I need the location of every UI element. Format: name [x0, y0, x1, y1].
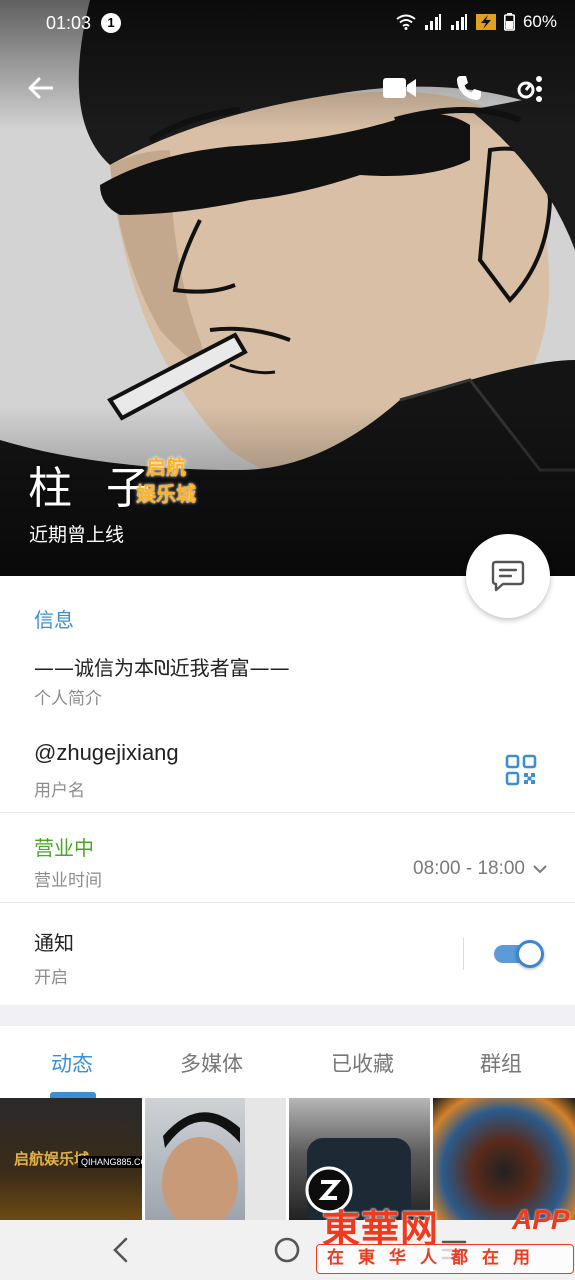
nav-home-icon — [274, 1237, 300, 1263]
battery-icon — [503, 13, 515, 31]
bio-label: 个人简介 — [34, 689, 102, 709]
overlay-watermark-line: 娱乐城 — [136, 482, 196, 506]
chevron-down-icon — [533, 865, 547, 874]
notifications-value: 开启 — [34, 968, 68, 988]
business-hours-text: 08:00 - 18:00 — [413, 858, 525, 879]
bio-row[interactable]: ——诚信为本₪近我者富—— 个人简介 — [0, 646, 575, 716]
wifi-icon — [396, 14, 416, 30]
nav-home-button[interactable] — [267, 1230, 307, 1270]
voice-call-button[interactable] — [449, 68, 489, 108]
tab-groups[interactable]: 群组 — [480, 1048, 522, 1078]
back-arrow-icon — [28, 77, 53, 99]
back-button[interactable] — [20, 68, 60, 108]
phone-icon — [457, 76, 481, 100]
battery-percent: 60% — [522, 12, 557, 31]
video-call-icon — [383, 78, 416, 98]
notifications-toggle[interactable] — [492, 939, 546, 969]
username-row[interactable]: @zhugejixiang 用户名 — [0, 736, 575, 816]
watermark-slogan: 在東华人都在用 — [316, 1244, 574, 1274]
qr-code-icon[interactable] — [505, 754, 537, 786]
nav-back-button[interactable] — [100, 1230, 140, 1270]
video-call-button[interactable] — [380, 68, 420, 108]
last-seen-status: 近期曾上线 — [29, 524, 125, 546]
business-hours-label: 营业时间 — [34, 871, 102, 891]
media-thumbnail[interactable] — [145, 1098, 286, 1220]
divider — [0, 902, 575, 903]
status-time: 01:03 — [46, 13, 92, 33]
profile-header: 01:03 1 60% 柱 子 启航 娱乐城 近期曾上线 — [0, 0, 575, 576]
section-title-info: 信息 — [34, 608, 74, 632]
nav-back-icon — [113, 1237, 128, 1263]
info-card: 信息 ——诚信为本₪近我者富—— 个人简介 @zhugejixiang 用户名 … — [0, 576, 575, 1005]
status-bar: 01:03 1 60% — [0, 0, 575, 48]
username-text: @zhugejixiang — [34, 740, 179, 765]
username-label: 用户名 — [34, 781, 85, 801]
more-icon — [517, 76, 542, 102]
more-options-button[interactable] — [510, 68, 550, 108]
notification-badge: 1 — [101, 13, 121, 33]
status-icons: 60% — [396, 12, 557, 32]
profile-tabs: 动态 多媒体 已收藏 群组 — [0, 1026, 575, 1098]
signal-icon — [450, 14, 467, 30]
toggle-knob — [516, 940, 544, 968]
tab-media[interactable]: 多媒体 — [180, 1048, 243, 1078]
site-watermark: 東華网 APP 在東华人都在用 — [316, 1198, 575, 1278]
divider — [0, 812, 575, 813]
chat-icon — [491, 560, 525, 592]
tab-saved[interactable]: 已收藏 — [331, 1048, 394, 1078]
bio-text: ——诚信为本₪近我者富—— — [34, 656, 290, 680]
send-message-button[interactable] — [466, 534, 550, 618]
notifications-row[interactable]: 通知 开启 — [0, 921, 575, 1001]
media-thumbnail[interactable]: 启航娱乐城 QIHANG885.COM — [0, 1098, 142, 1220]
overlay-watermark-line: 启航 — [146, 455, 186, 479]
person-photo — [162, 1098, 286, 1220]
tab-posts[interactable]: 动态 — [51, 1048, 93, 1078]
watermark-app: APP — [512, 1204, 570, 1235]
separator — [463, 938, 464, 970]
business-hours-value[interactable]: 08:00 - 18:00 — [413, 858, 547, 880]
notifications-title: 通知 — [34, 931, 74, 955]
overlay-watermark: 启航 娱乐城 — [136, 454, 196, 508]
lightning-app-icon — [475, 14, 496, 30]
business-status: 营业中 — [34, 836, 94, 860]
signal-icon — [424, 14, 441, 30]
thumbnail-chip: QIHANG885.COM — [78, 1156, 142, 1168]
business-hours-row[interactable]: 营业中 营业时间 08:00 - 18:00 — [0, 828, 575, 908]
